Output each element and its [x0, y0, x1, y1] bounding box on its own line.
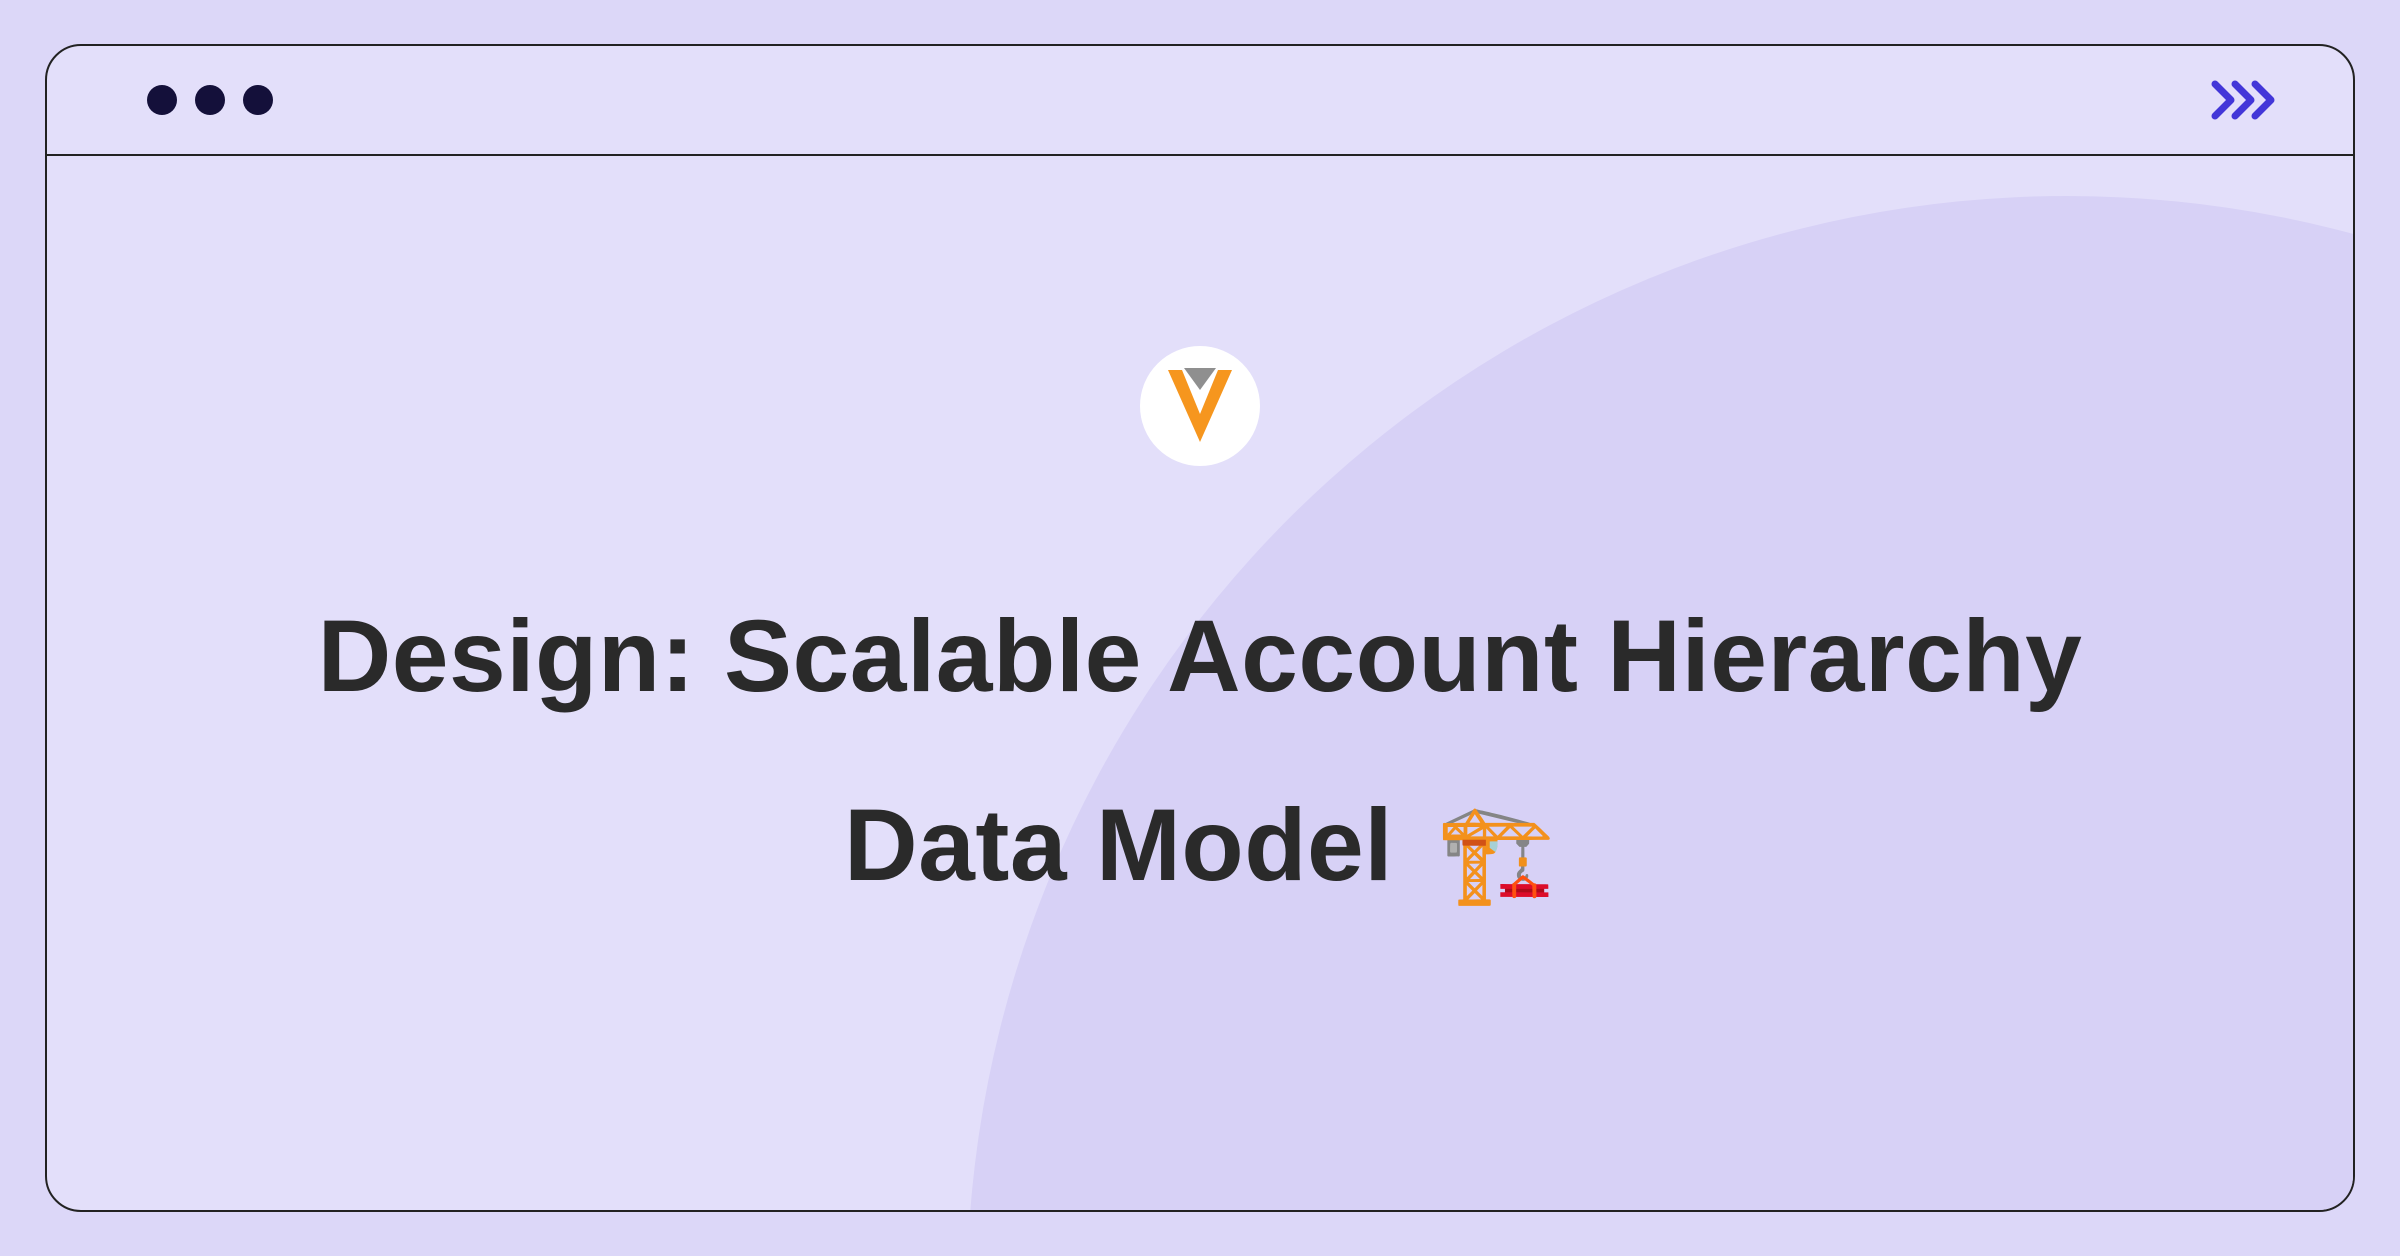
window-control-dot[interactable] [147, 85, 177, 115]
window-control-dot[interactable] [243, 85, 273, 115]
window-control-dot[interactable] [195, 85, 225, 115]
company-logo-badge [1140, 346, 1260, 466]
browser-window: Design: Scalable Account Hierarchy Data … [45, 44, 2355, 1212]
forward-chevrons-icon[interactable] [2211, 80, 2281, 120]
headline-text: Design: Scalable Account Hierarchy Data … [318, 599, 2083, 902]
window-titlebar [47, 46, 2353, 156]
veeva-logo-icon [1162, 364, 1238, 448]
window-controls [147, 85, 273, 115]
card-headline: Design: Scalable Account Hierarchy Data … [250, 562, 2150, 942]
card-content: Design: Scalable Account Hierarchy Data … [47, 156, 2353, 1210]
crane-emoji-icon: 🏗️ [1436, 800, 1556, 907]
